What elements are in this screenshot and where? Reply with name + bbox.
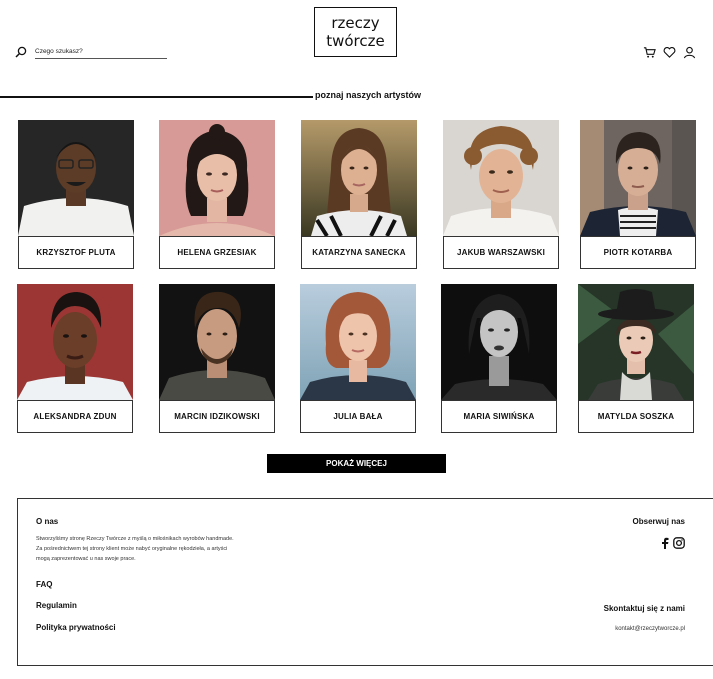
artist-card[interactable]: KATARZYNA SANECKA bbox=[301, 120, 417, 269]
artist-card[interactable]: MARIA SIWIŃSKA bbox=[441, 284, 557, 433]
artist-photo bbox=[441, 284, 557, 400]
artist-card[interactable]: KRZYSZTOF PLUTA bbox=[18, 120, 134, 269]
footer bbox=[17, 498, 713, 666]
section-title-line bbox=[0, 96, 313, 98]
artist-name: PIOTR KOTARBA bbox=[580, 236, 696, 269]
artist-name: JULIA BAŁA bbox=[300, 400, 416, 433]
cart-icon[interactable] bbox=[643, 46, 656, 59]
artist-photo bbox=[580, 120, 696, 236]
user-icon[interactable] bbox=[683, 46, 696, 59]
artist-photo bbox=[443, 120, 559, 236]
footer-link-privacy[interactable]: Polityka prywatności bbox=[36, 623, 116, 632]
search-input[interactable] bbox=[35, 44, 167, 59]
instagram-icon[interactable] bbox=[673, 537, 685, 549]
about-line-2: Za pośrednictwem tej strony klient może … bbox=[36, 546, 228, 552]
artist-name: ALEKSANDRA ZDUN bbox=[17, 400, 133, 433]
artist-name: MARCIN IDZIKOWSKI bbox=[159, 400, 275, 433]
artist-photo bbox=[159, 120, 275, 236]
about-heading: O nas bbox=[36, 517, 59, 526]
site-logo[interactable]: rzeczy twórcze bbox=[314, 7, 397, 57]
artist-card[interactable]: JAKUB WARSZAWSKI bbox=[443, 120, 559, 269]
logo-line-2: twórcze bbox=[326, 32, 385, 50]
artist-photo bbox=[578, 284, 694, 400]
artist-photo bbox=[301, 120, 417, 236]
heart-icon[interactable] bbox=[663, 46, 676, 59]
search-icon[interactable] bbox=[15, 46, 27, 58]
artist-card[interactable]: MARCIN IDZIKOWSKI bbox=[159, 284, 275, 433]
artist-name: HELENA GRZESIAK bbox=[159, 236, 275, 269]
artist-name: KRZYSZTOF PLUTA bbox=[18, 236, 134, 269]
artist-photo bbox=[18, 120, 134, 236]
artist-card[interactable]: JULIA BAŁA bbox=[300, 284, 416, 433]
follow-heading: Obserwuj nas bbox=[632, 517, 685, 526]
footer-link-faq[interactable]: FAQ bbox=[36, 580, 52, 589]
about-text: Stworzyliśmy stronę Rzeczy Twórcze z myś… bbox=[36, 534, 296, 564]
artist-photo bbox=[159, 284, 275, 400]
contact-heading: Skontaktuj się z nami bbox=[603, 604, 685, 613]
contact-email[interactable]: kontakt@rzeczytworcze.pl bbox=[615, 626, 685, 632]
artist-card[interactable]: MATYLDA SOSZKA bbox=[578, 284, 694, 433]
section-title: poznaj naszych artystów bbox=[315, 90, 422, 100]
artist-photo bbox=[300, 284, 416, 400]
artist-photo bbox=[17, 284, 133, 400]
artist-name: JAKUB WARSZAWSKI bbox=[443, 236, 559, 269]
artist-name: MATYLDA SOSZKA bbox=[578, 400, 694, 433]
artist-card[interactable]: HELENA GRZESIAK bbox=[159, 120, 275, 269]
about-line-3: mogą zaprezentować u nas swoje prace. bbox=[36, 556, 136, 562]
about-line-1: Stworzyliśmy stronę Rzeczy Twórcze z myś… bbox=[36, 536, 234, 542]
search-bar bbox=[15, 44, 170, 62]
footer-link-terms[interactable]: Regulamin bbox=[36, 601, 77, 610]
show-more-button[interactable]: POKAŻ WIĘCEJ bbox=[267, 454, 446, 473]
artist-card[interactable]: ALEKSANDRA ZDUN bbox=[17, 284, 133, 433]
artist-card[interactable]: PIOTR KOTARBA bbox=[580, 120, 696, 269]
artist-name: KATARZYNA SANECKA bbox=[301, 236, 417, 269]
artist-name: MARIA SIWIŃSKA bbox=[441, 400, 557, 433]
logo-line-1: rzeczy bbox=[331, 14, 380, 32]
facebook-icon[interactable] bbox=[660, 537, 669, 549]
